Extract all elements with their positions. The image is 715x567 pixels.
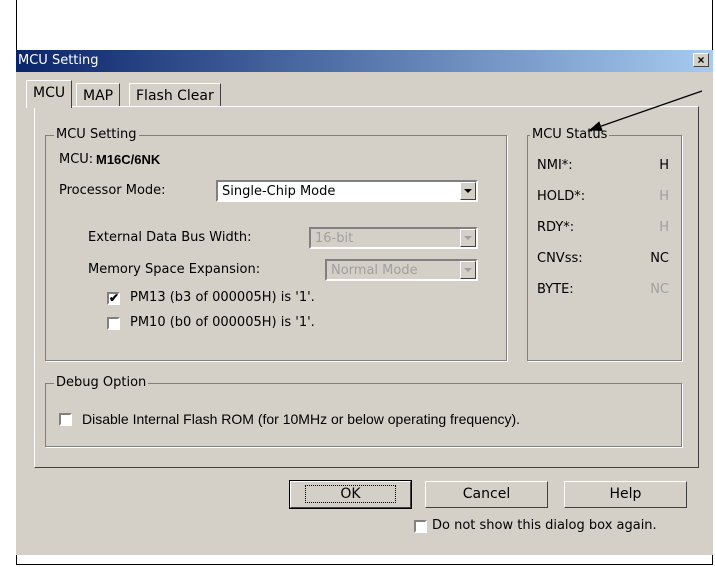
pm13-label: PM13 (b3 of 000005H) is '1'. <box>130 290 315 305</box>
dont-show-label: Do not show this dialog box again. <box>432 518 657 533</box>
tab-mcu[interactable]: MCU <box>26 80 73 108</box>
mcu-status-value: NC <box>650 282 669 297</box>
debug-option-group-label: Debug Option <box>54 375 149 390</box>
mcu-status-name: BYTE: <box>537 282 574 297</box>
mcu-status-name: NMI*: <box>537 158 573 173</box>
debug-option-group: Debug Option Disable Internal Flash ROM … <box>45 375 682 447</box>
mcu-status-value: H <box>659 220 669 235</box>
chevron-down-icon[interactable] <box>460 261 476 279</box>
mem-space-expansion-label: Memory Space Expansion: <box>88 262 261 277</box>
ext-bus-width-label: External Data Bus Width: <box>88 230 252 245</box>
processor-mode-value: Single-Chip Mode <box>222 184 336 199</box>
mcu-status-value: H <box>659 189 669 204</box>
dont-show-checkbox[interactable] <box>414 520 427 533</box>
ext-bus-width-select[interactable]: 16-bit <box>309 227 478 249</box>
processor-mode-select[interactable]: Single-Chip Mode <box>216 180 478 202</box>
mcu-status-name: RDY*: <box>537 220 575 235</box>
tab-flash-clear[interactable]: Flash Clear <box>129 83 221 107</box>
mcu-status-value: H <box>659 158 669 173</box>
mcu-value: M16C/6NK <box>96 152 161 167</box>
close-button[interactable]: × <box>693 53 709 67</box>
disable-flash-label: Disable Internal Flash ROM (for 10MHz or… <box>82 411 521 427</box>
chevron-down-icon[interactable] <box>460 182 476 200</box>
processor-mode-label: Processor Mode: <box>59 183 166 198</box>
mcu-setting-group-label: MCU Setting <box>54 127 139 142</box>
mcu-status-value: NC <box>650 251 669 266</box>
help-button[interactable]: Help <box>564 481 687 508</box>
mcu-setting-group: MCU Setting MCU: M16C/6NK Processor Mode… <box>45 127 507 361</box>
ok-button[interactable]: OK <box>289 480 412 509</box>
mcu-setting-dialog: MCU Setting × MCU MAP Flash Clear MCU Se… <box>16 50 713 555</box>
mcu-label: MCU: <box>59 152 94 167</box>
window-title: MCU Setting <box>18 53 99 68</box>
pm10-label: PM10 (b0 of 000005H) is '1'. <box>130 315 315 330</box>
disable-flash-checkbox[interactable] <box>59 413 72 426</box>
title-bar[interactable]: MCU Setting × <box>16 50 713 72</box>
ok-button-label: OK <box>305 485 396 503</box>
pm10-checkbox[interactable] <box>107 317 120 330</box>
tab-panel-mcu: MCU Setting MCU: M16C/6NK Processor Mode… <box>34 106 699 468</box>
mcu-status-name: CNVss: <box>537 251 583 266</box>
mcu-status-name: HOLD*: <box>537 189 586 204</box>
mcu-status-group: MCU Status NMI*: H HOLD*: H RDY*: H CNVss: NC BY… <box>527 127 682 361</box>
ext-bus-width-value: 16-bit <box>315 231 354 246</box>
chevron-down-icon[interactable] <box>460 229 476 247</box>
pm13-checkbox[interactable]: ✔ <box>107 292 120 305</box>
mem-space-expansion-value: Normal Mode <box>331 263 418 278</box>
mem-space-expansion-select[interactable]: Normal Mode <box>325 259 478 281</box>
tab-map[interactable]: MAP <box>76 83 121 107</box>
cancel-button[interactable]: Cancel <box>425 481 548 508</box>
mcu-status-group-label: MCU Status <box>530 127 610 142</box>
